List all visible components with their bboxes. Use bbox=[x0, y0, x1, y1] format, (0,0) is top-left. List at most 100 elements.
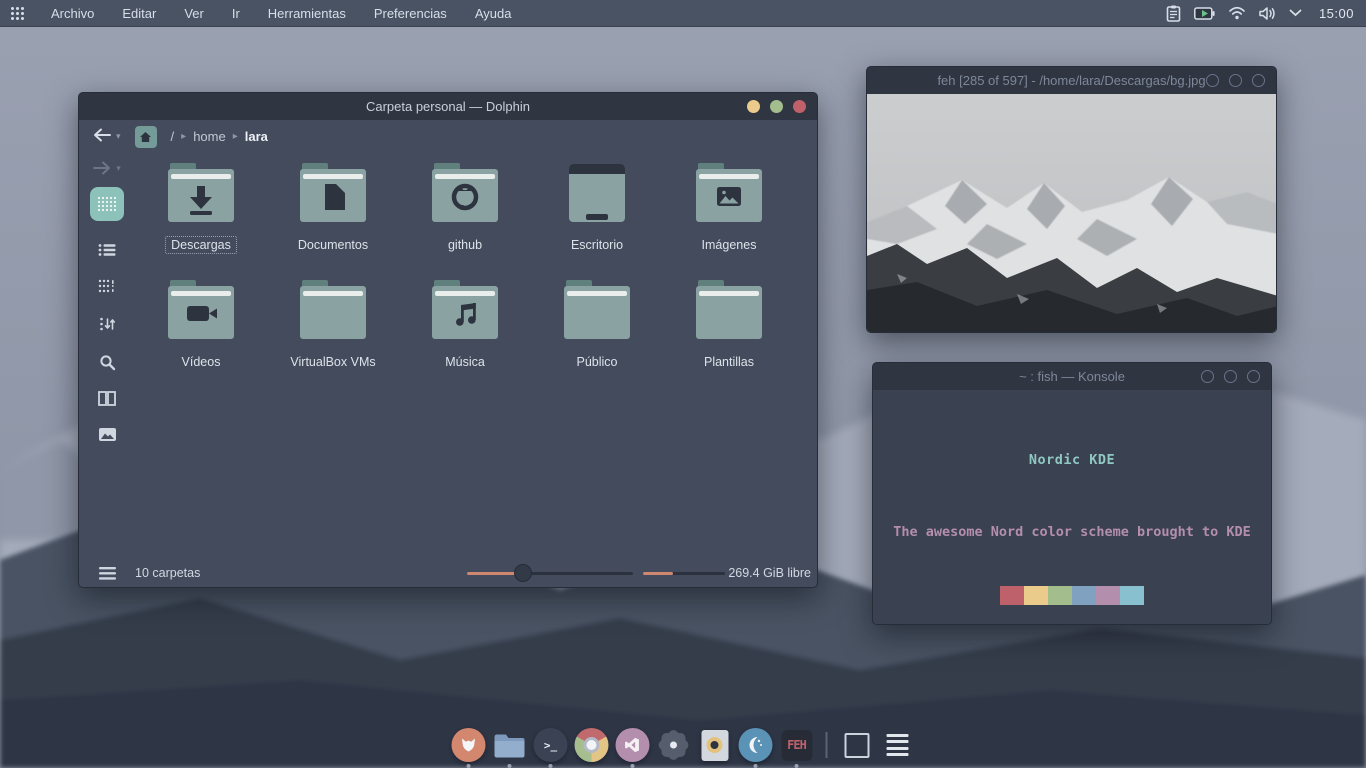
nord-color-palette bbox=[1000, 586, 1144, 605]
back-button[interactable] bbox=[93, 128, 111, 145]
folder-label: github bbox=[442, 236, 488, 254]
dock-chromium-icon[interactable] bbox=[575, 728, 609, 762]
dock-feh-icon[interactable]: FEH bbox=[780, 728, 814, 762]
dock-file-manager-icon[interactable] bbox=[493, 728, 527, 762]
zoom-slider[interactable] bbox=[467, 559, 633, 587]
list-view-button[interactable] bbox=[90, 235, 124, 265]
close-button[interactable] bbox=[793, 100, 806, 113]
dock-menu-icon[interactable] bbox=[881, 728, 915, 762]
breadcrumb-lara[interactable]: lara bbox=[245, 129, 268, 144]
menu-herramientas[interactable]: Herramientas bbox=[256, 2, 358, 25]
konsole-window: ~ : fish — Konsole Nordic KDE The awesom… bbox=[872, 362, 1272, 625]
dolphin-statusbar: 10 carpetas 269.4 GiB libre bbox=[79, 559, 817, 587]
folder-count: 10 carpetas bbox=[135, 566, 200, 580]
menu-ver[interactable]: Ver bbox=[172, 2, 216, 25]
dock-code-icon[interactable] bbox=[616, 728, 650, 762]
folder-virtualbox-vms[interactable]: VirtualBox VMs bbox=[273, 280, 393, 371]
folder-label: Música bbox=[439, 353, 491, 371]
search-icon[interactable] bbox=[90, 347, 124, 377]
konsole-title: ~ : fish — Konsole bbox=[1019, 369, 1125, 384]
palette-swatch-yellow bbox=[1024, 586, 1048, 605]
dock-moon-app-icon[interactable] bbox=[739, 728, 773, 762]
battery-icon[interactable] bbox=[1194, 7, 1215, 20]
videos-folder-icon bbox=[168, 280, 234, 344]
dock-settings-icon[interactable] bbox=[657, 728, 691, 762]
music-folder-icon bbox=[432, 280, 498, 344]
breadcrumb-home[interactable]: home bbox=[193, 129, 226, 144]
wifi-icon[interactable] bbox=[1228, 6, 1246, 20]
menu-items: Archivo Editar Ver Ir Herramientas Prefe… bbox=[39, 2, 523, 25]
clock[interactable]: 15:00 bbox=[1319, 6, 1354, 21]
dock: >_ bbox=[452, 728, 915, 762]
desktop: Archivo Editar Ver Ir Herramientas Prefe… bbox=[0, 0, 1366, 768]
preview-panel-button[interactable] bbox=[90, 419, 124, 449]
breadcrumb-separator-icon: ▸ bbox=[181, 131, 186, 142]
palette-swatch-cyan bbox=[1120, 586, 1144, 605]
minimize-button[interactable] bbox=[747, 100, 760, 113]
plain-folder-icon bbox=[300, 280, 366, 344]
konsole-heading: Nordic KDE bbox=[873, 452, 1271, 468]
palette-swatch-purple bbox=[1096, 586, 1120, 605]
home-folder-icon[interactable] bbox=[135, 126, 157, 148]
folder-label: Plantillas bbox=[698, 353, 760, 371]
minimize-button[interactable] bbox=[1201, 370, 1214, 383]
konsole-subtitle: The awesome Nord color scheme brought to… bbox=[873, 524, 1271, 540]
download-folder-icon bbox=[168, 163, 234, 227]
forward-button[interactable]: ▾ bbox=[90, 153, 124, 183]
menu-archivo[interactable]: Archivo bbox=[39, 2, 106, 25]
control-menu-icon[interactable] bbox=[79, 567, 135, 580]
breadcrumb-separator-icon: ▸ bbox=[233, 131, 238, 142]
breadcrumb-root[interactable]: / bbox=[171, 129, 175, 144]
maximize-button[interactable] bbox=[770, 100, 783, 113]
folder-documentos[interactable]: Documentos bbox=[273, 163, 393, 254]
dolphin-titlebar[interactable]: Carpeta personal — Dolphin bbox=[79, 93, 817, 120]
back-history-caret-icon[interactable]: ▾ bbox=[116, 131, 121, 142]
folder-github[interactable]: github bbox=[405, 163, 525, 254]
folder-descargas[interactable]: Descargas bbox=[141, 163, 261, 254]
app-launcher-icon[interactable] bbox=[10, 6, 25, 21]
dolphin-title: Carpeta personal — Dolphin bbox=[366, 99, 530, 114]
dolphin-window: Carpeta personal — Dolphin ▾ / ▸ home bbox=[78, 92, 818, 588]
maximize-button[interactable] bbox=[1224, 370, 1237, 383]
desktop-folder-icon bbox=[564, 163, 630, 227]
dolphin-view-toolbar: ▾ bbox=[79, 153, 135, 559]
compact-view-button[interactable] bbox=[90, 271, 124, 301]
dock-show-desktop-icon[interactable] bbox=[840, 728, 874, 762]
folder-videos[interactable]: Vídeos bbox=[141, 280, 261, 371]
folder-publico[interactable]: Público bbox=[537, 280, 657, 371]
zoom-slider-handle[interactable] bbox=[514, 564, 532, 582]
close-button[interactable] bbox=[1252, 74, 1265, 87]
folder-escritorio[interactable]: Escritorio bbox=[537, 163, 657, 254]
clipboard-icon[interactable] bbox=[1166, 5, 1181, 22]
terminal-prompt-glyph: >_ bbox=[544, 739, 557, 752]
palette-swatch-green bbox=[1048, 586, 1072, 605]
menu-ir[interactable]: Ir bbox=[220, 2, 252, 25]
palette-swatch-blue bbox=[1072, 586, 1096, 605]
close-button[interactable] bbox=[1247, 370, 1260, 383]
folder-plantillas[interactable]: Plantillas bbox=[669, 280, 789, 371]
icons-view-button-selected[interactable] bbox=[90, 187, 124, 221]
split-view-button[interactable] bbox=[90, 383, 124, 413]
dock-firefox-icon[interactable] bbox=[452, 728, 486, 762]
volume-icon[interactable] bbox=[1259, 6, 1276, 21]
folder-imagenes[interactable]: Imágenes bbox=[669, 163, 789, 254]
forward-history-caret-icon: ▾ bbox=[116, 163, 121, 174]
feh-logo-label: FEH bbox=[781, 730, 812, 761]
maximize-button[interactable] bbox=[1229, 74, 1242, 87]
folder-musica[interactable]: Música bbox=[405, 280, 525, 371]
konsole-terminal-area[interactable]: Nordic KDE The awesome Nord color scheme… bbox=[873, 390, 1271, 624]
dock-media-player-icon[interactable] bbox=[698, 728, 732, 762]
menu-ayuda[interactable]: Ayuda bbox=[463, 2, 524, 25]
disk-usage-bar bbox=[643, 572, 725, 575]
feh-title: feh [285 of 597] - /home/lara/Descargas/… bbox=[937, 73, 1205, 88]
github-folder-icon bbox=[432, 163, 498, 227]
chevron-down-icon[interactable] bbox=[1289, 9, 1302, 17]
folder-label: Imágenes bbox=[696, 236, 763, 254]
feh-titlebar[interactable]: feh [285 of 597] - /home/lara/Descargas/… bbox=[867, 67, 1276, 94]
konsole-titlebar[interactable]: ~ : fish — Konsole bbox=[873, 363, 1271, 390]
sort-button[interactable] bbox=[90, 309, 124, 339]
minimize-button[interactable] bbox=[1206, 74, 1219, 87]
menu-editar[interactable]: Editar bbox=[110, 2, 168, 25]
dock-terminal-icon[interactable]: >_ bbox=[534, 728, 568, 762]
menu-preferencias[interactable]: Preferencias bbox=[362, 2, 459, 25]
